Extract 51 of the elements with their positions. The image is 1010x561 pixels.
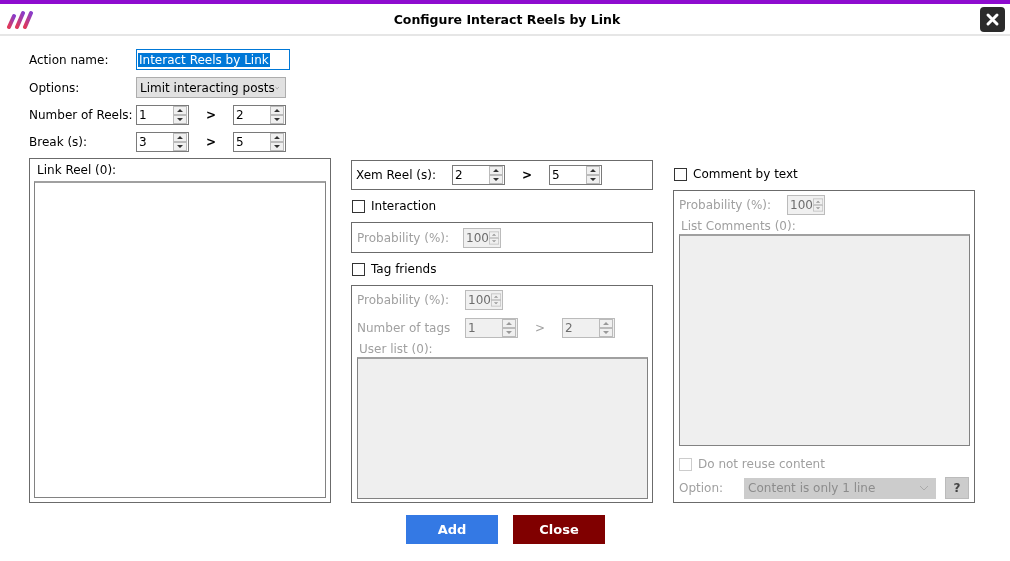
number-field[interactable]: 100 [787, 195, 825, 215]
chevron-down-icon [274, 84, 279, 91]
number-field[interactable]: 1 [465, 318, 518, 338]
spin-buttons[interactable] [489, 166, 503, 184]
app-logo [6, 9, 34, 29]
checkbox-label[interactable]: Interaction [371, 199, 437, 213]
field-label: Number of Reels: [29, 108, 134, 122]
dropdown[interactable]: Limit interacting posts [136, 77, 286, 98]
field-label: Options: [29, 80, 81, 95]
spin-buttons[interactable] [270, 106, 284, 124]
number-field[interactable]: 100 [465, 290, 503, 310]
help-button[interactable]: ? [945, 477, 970, 499]
field-label: Probability (%): [679, 198, 773, 212]
number-field[interactable]: 100 [463, 228, 501, 248]
checkbox-label[interactable]: Tag friends [371, 262, 437, 276]
field-label: Option: [679, 481, 724, 495]
range-separator: > [520, 168, 534, 182]
text-field[interactable]: Interact Reels by Link [136, 49, 290, 70]
field-label: Break (s): [29, 135, 89, 149]
number-field[interactable]: 5 [549, 165, 602, 185]
panel-label: User list (0): [359, 342, 434, 356]
number-field[interactable]: 2 [452, 165, 505, 185]
spin-buttons[interactable] [586, 166, 600, 184]
close-button[interactable]: Close [513, 515, 605, 544]
panel-label: Link Reel (0): [37, 163, 118, 177]
field-label: Action name: [29, 52, 110, 67]
number-field[interactable]: 5 [233, 132, 286, 152]
spin-buttons[interactable] [270, 133, 284, 151]
number-field[interactable]: 3 [136, 132, 189, 152]
checkbox-label[interactable]: Comment by text [693, 167, 798, 181]
range-separator: > [533, 321, 547, 335]
range-separator: > [204, 135, 218, 149]
field-label: Probability (%): [357, 293, 451, 307]
add-button[interactable]: Add [406, 515, 498, 544]
checkbox[interactable] [674, 167, 687, 181]
field-label: Probability (%): [357, 231, 451, 245]
range-separator: > [204, 108, 218, 122]
panel-label: List Comments (0): [681, 219, 797, 233]
field-label: Xem Reel (s): [356, 168, 437, 182]
checkbox[interactable] [352, 199, 365, 213]
spin-buttons[interactable] [173, 106, 187, 124]
checkbox-label: Do not reuse content [698, 457, 825, 471]
window-title: Configure Interact Reels by Link [392, 11, 622, 27]
chevron-down-icon [919, 485, 930, 491]
checkbox[interactable] [352, 262, 365, 276]
number-field[interactable]: 2 [562, 318, 615, 338]
number-field[interactable]: 2 [233, 105, 286, 125]
field-label: Number of tags [357, 321, 452, 335]
spin-buttons[interactable] [173, 133, 187, 151]
close-icon[interactable] [980, 6, 1005, 32]
number-field[interactable]: 1 [136, 105, 189, 125]
